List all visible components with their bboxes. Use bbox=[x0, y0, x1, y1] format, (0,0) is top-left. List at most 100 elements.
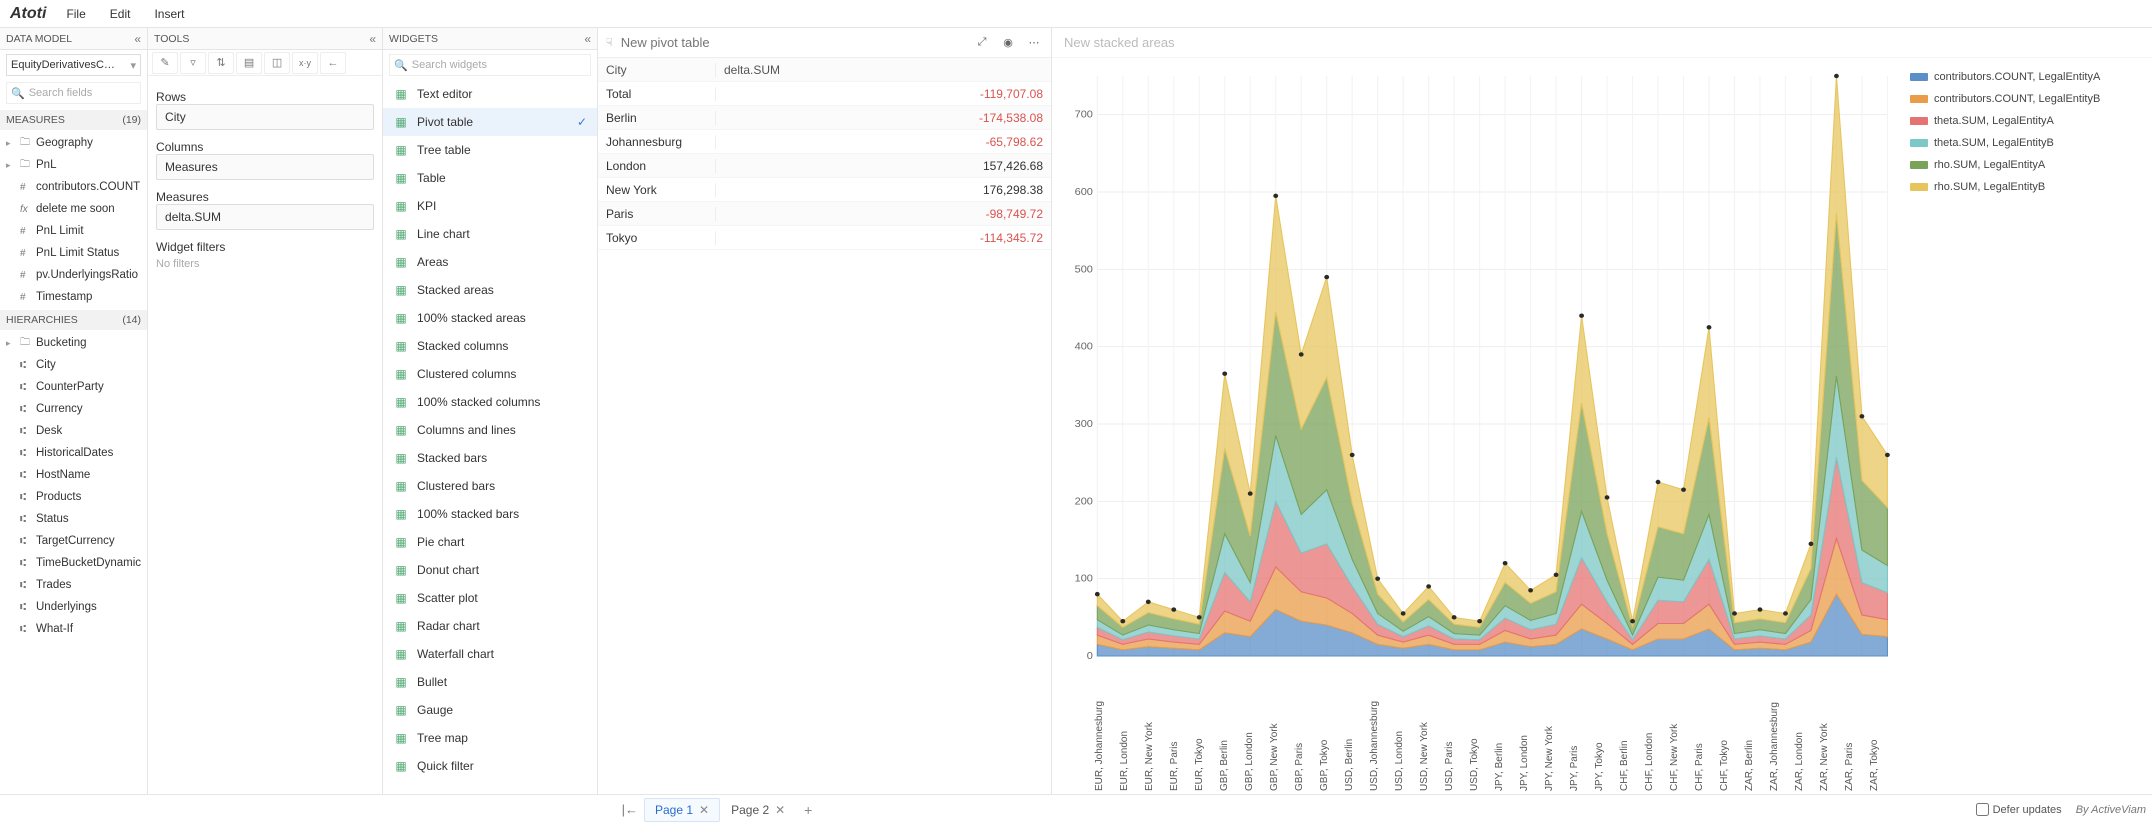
hierarchy-node[interactable]: ⑆What-If bbox=[0, 618, 147, 640]
widget-item[interactable]: ▦Gauge bbox=[383, 696, 597, 724]
widget-item[interactable]: ▦Donut chart bbox=[383, 556, 597, 584]
legend-item[interactable]: theta.SUM, LegalEntityB bbox=[1910, 132, 2144, 154]
measure-node[interactable]: #PnL Limit Status bbox=[0, 242, 147, 264]
widget-item-label: Stacked areas bbox=[417, 283, 494, 297]
search-widgets-input[interactable]: 🔍 Search widgets bbox=[389, 54, 591, 76]
measure-node[interactable]: ▸🗀PnL bbox=[0, 154, 147, 176]
hierarchy-node[interactable]: ⑆Status bbox=[0, 508, 147, 530]
rows-chip[interactable]: City bbox=[156, 104, 374, 130]
tool-sort-icon[interactable]: ⇅ bbox=[208, 52, 234, 74]
table-row[interactable]: Berlin-174,538.08 bbox=[598, 106, 1051, 130]
hierarchy-node[interactable]: ⑆HostName bbox=[0, 464, 147, 486]
widget-item[interactable]: ▦Radar chart bbox=[383, 612, 597, 640]
widget-item[interactable]: ▦Stacked columns bbox=[383, 332, 597, 360]
measure-node[interactable]: fxdelete me soon bbox=[0, 198, 147, 220]
columns-chip[interactable]: Measures bbox=[156, 154, 374, 180]
widget-item[interactable]: ▦KPI bbox=[383, 192, 597, 220]
hierarchy-node[interactable]: ⑆City bbox=[0, 354, 147, 376]
widget-item[interactable]: ▦Tree table bbox=[383, 136, 597, 164]
widget-item[interactable]: ▦Stacked bars bbox=[383, 444, 597, 472]
widget-item[interactable]: ▦Pie chart bbox=[383, 528, 597, 556]
hierarchy-node[interactable]: ⑆HistoricalDates bbox=[0, 442, 147, 464]
widget-item[interactable]: ▦Line chart bbox=[383, 220, 597, 248]
pivot-title-input[interactable] bbox=[621, 35, 965, 50]
table-row[interactable]: Total-119,707.08 bbox=[598, 82, 1051, 106]
collapse-panels-icon[interactable]: |← bbox=[622, 802, 638, 817]
hierarchy-node[interactable]: ▸🗀Bucketing bbox=[0, 332, 147, 354]
widget-item[interactable]: ▦Table bbox=[383, 164, 597, 192]
more-icon[interactable]: ⋯ bbox=[1025, 36, 1043, 49]
legend-item[interactable]: rho.SUM, LegalEntityA bbox=[1910, 154, 2144, 176]
widget-item[interactable]: ▦Areas bbox=[383, 248, 597, 276]
widget-item[interactable]: ▦Waterfall chart bbox=[383, 640, 597, 668]
chart-canvas[interactable]: 0100200300400500600700 EUR, Johannesburg… bbox=[1052, 58, 1902, 794]
legend-item[interactable]: contributors.COUNT, LegalEntityA bbox=[1910, 66, 2144, 88]
measure-node[interactable]: #Timestamp bbox=[0, 286, 147, 308]
widget-item[interactable]: ▦Tree map bbox=[383, 724, 597, 752]
close-icon[interactable]: ✕ bbox=[699, 803, 709, 817]
panel-tools: TOOLS « ✎ ▿ ⇅ ▤ ◫ x·y ← Rows City Column… bbox=[148, 28, 383, 794]
collapse-tools-icon[interactable]: « bbox=[369, 32, 376, 46]
widget-item[interactable]: ▦Quick filter bbox=[383, 752, 597, 780]
hierarchy-node[interactable]: ⑆Products bbox=[0, 486, 147, 508]
widget-item[interactable]: ▦Pivot table✓ bbox=[383, 108, 597, 136]
add-page-button[interactable]: + bbox=[796, 798, 820, 822]
legend-item[interactable]: theta.SUM, LegalEntityA bbox=[1910, 110, 2144, 132]
collapse-widgets-icon[interactable]: « bbox=[584, 32, 591, 46]
expand-icon[interactable]: ⤢ bbox=[973, 36, 991, 49]
widget-item[interactable]: ▦Scatter plot bbox=[383, 584, 597, 612]
widget-item[interactable]: ▦Columns and lines bbox=[383, 416, 597, 444]
measures-chip[interactable]: delta.SUM bbox=[156, 204, 374, 230]
menu-insert[interactable]: Insert bbox=[154, 7, 184, 21]
hierarchy-node[interactable]: ⑆Currency bbox=[0, 398, 147, 420]
tool-pen-icon[interactable]: ✎ bbox=[152, 52, 178, 74]
widget-item[interactable]: ▦Bullet bbox=[383, 668, 597, 696]
hierarchy-node[interactable]: ⑆Trades bbox=[0, 574, 147, 596]
table-row[interactable]: Johannesburg-65,798.62 bbox=[598, 130, 1051, 154]
tool-filter-icon[interactable]: ▿ bbox=[180, 52, 206, 74]
collapse-data-model-icon[interactable]: « bbox=[134, 32, 141, 46]
table-row[interactable]: New York176,298.38 bbox=[598, 178, 1051, 202]
tool-chart-icon[interactable]: ◫ bbox=[264, 52, 290, 74]
measure-node[interactable]: #contributors.COUNT bbox=[0, 176, 147, 198]
measure-node[interactable]: #pv.UnderlyingsRatio bbox=[0, 264, 147, 286]
defer-updates-checkbox[interactable]: Defer updates bbox=[1976, 803, 2062, 816]
table-row[interactable]: Tokyo-114,345.72 bbox=[598, 226, 1051, 250]
defer-updates-input[interactable] bbox=[1976, 803, 1989, 816]
tab-page2[interactable]: Page 2 ✕ bbox=[720, 798, 796, 822]
measure-node[interactable]: #PnL Limit bbox=[0, 220, 147, 242]
hierarchy-node[interactable]: ⑆Desk bbox=[0, 420, 147, 442]
table-row[interactable]: London157,426.68 bbox=[598, 154, 1051, 178]
tab-page1[interactable]: Page 1 ✕ bbox=[644, 798, 720, 822]
measure-node[interactable]: ▸🗀Geography bbox=[0, 132, 147, 154]
widget-item[interactable]: ▦100% stacked bars bbox=[383, 500, 597, 528]
pivot-col-delta[interactable]: delta.SUM bbox=[716, 63, 1051, 77]
widget-item[interactable]: ▦100% stacked areas bbox=[383, 304, 597, 332]
tool-xy-icon[interactable]: x·y bbox=[292, 52, 318, 74]
widget-item[interactable]: ▦Stacked areas bbox=[383, 276, 597, 304]
run-icon[interactable]: ◉ bbox=[999, 36, 1017, 49]
hierarchy-node[interactable]: ⑆Underlyings bbox=[0, 596, 147, 618]
close-icon[interactable]: ✕ bbox=[775, 803, 785, 817]
menu-edit[interactable]: Edit bbox=[110, 7, 131, 21]
tool-back-icon[interactable]: ← bbox=[320, 52, 346, 74]
chart-title[interactable]: New stacked areas bbox=[1052, 28, 2152, 58]
menu-file[interactable]: File bbox=[66, 7, 85, 21]
widget-item[interactable]: ▦Clustered columns bbox=[383, 360, 597, 388]
search-icon: 🔍 bbox=[394, 59, 408, 72]
pivot-col-city[interactable]: City bbox=[598, 63, 716, 77]
hierarchy-node[interactable]: ⑆CounterParty bbox=[0, 376, 147, 398]
search-fields-input[interactable]: 🔍 Search fields bbox=[6, 82, 141, 104]
table-row[interactable]: Paris-98,749.72 bbox=[598, 202, 1051, 226]
widget-item[interactable]: ▦Text editor bbox=[383, 80, 597, 108]
widget-type-icon: ▦ bbox=[393, 478, 409, 494]
tool-cond-icon[interactable]: ▤ bbox=[236, 52, 262, 74]
widget-item[interactable]: ▦Clustered bars bbox=[383, 472, 597, 500]
svg-text:600: 600 bbox=[1075, 187, 1093, 197]
widget-item[interactable]: ▦100% stacked columns bbox=[383, 388, 597, 416]
legend-item[interactable]: contributors.COUNT, LegalEntityB bbox=[1910, 88, 2144, 110]
hierarchy-node[interactable]: ⑆TimeBucketDynamic bbox=[0, 552, 147, 574]
hierarchy-node[interactable]: ⑆TargetCurrency bbox=[0, 530, 147, 552]
legend-item[interactable]: rho.SUM, LegalEntityB bbox=[1910, 176, 2144, 198]
cube-selector[interactable]: EquityDerivativesC… ▾ bbox=[6, 54, 141, 76]
